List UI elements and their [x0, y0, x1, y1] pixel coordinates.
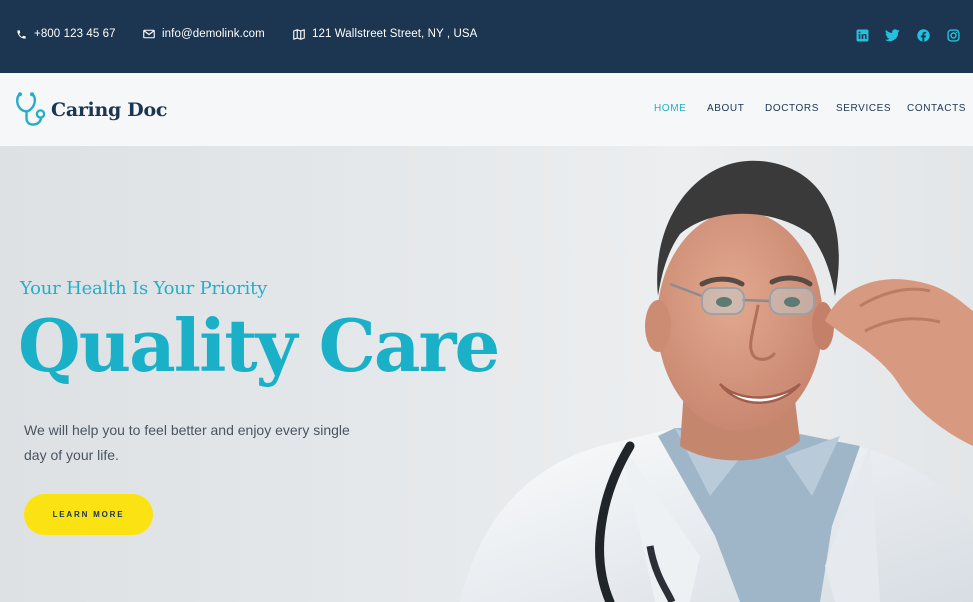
email-address: info@demolink.com: [162, 28, 265, 40]
stethoscope-icon: [16, 92, 45, 126]
address-info[interactable]: 121 Wallstreet Street, NY , USA: [293, 28, 477, 40]
nav-services[interactable]: SERVICES: [836, 103, 891, 114]
email-info[interactable]: info@demolink.com: [143, 28, 265, 40]
phone-icon: [17, 29, 26, 39]
hero-description: We will help you to feel better and enjo…: [24, 422, 350, 463]
phone-info[interactable]: +800 123 45 67: [16, 28, 116, 40]
hero-section: Your Health Is Your Priority Quality Car…: [0, 146, 973, 602]
map-icon: [293, 28, 305, 40]
site-header: Caring Doc HOME ABOUT DOCTORS SERVICES C…: [0, 73, 973, 146]
facebook-link[interactable]: [915, 27, 931, 43]
instagram-link[interactable]: [945, 27, 961, 43]
nav-about[interactable]: ABOUT: [707, 103, 744, 114]
phone-number: +800 123 45 67: [34, 28, 116, 40]
instagram-icon: [946, 28, 960, 42]
learn-more-button[interactable]: LEARN MORE: [24, 494, 153, 535]
twitter-link[interactable]: [884, 27, 900, 43]
doctor-portrait: [460, 160, 973, 602]
hero-headline: Quality Care: [18, 303, 500, 388]
envelope-icon: [143, 29, 155, 39]
linkedin-link[interactable]: [854, 27, 870, 43]
logo-text: Caring Doc: [51, 98, 168, 121]
linkedin-icon: [856, 29, 868, 41]
logo[interactable]: Caring Doc: [15, 91, 167, 128]
nav-doctors[interactable]: DOCTORS: [765, 103, 819, 114]
facebook-icon: [916, 28, 930, 42]
twitter-icon: [884, 28, 900, 41]
nav-contacts[interactable]: CONTACTS: [907, 103, 966, 114]
address-text: 121 Wallstreet Street, NY , USA: [312, 28, 478, 40]
nav-home[interactable]: HOME: [654, 103, 686, 114]
top-bar: +800 123 45 67 info@demolink.com 121 Wal…: [0, 0, 973, 73]
hero-tagline: Your Health Is Your Priority: [20, 278, 268, 299]
